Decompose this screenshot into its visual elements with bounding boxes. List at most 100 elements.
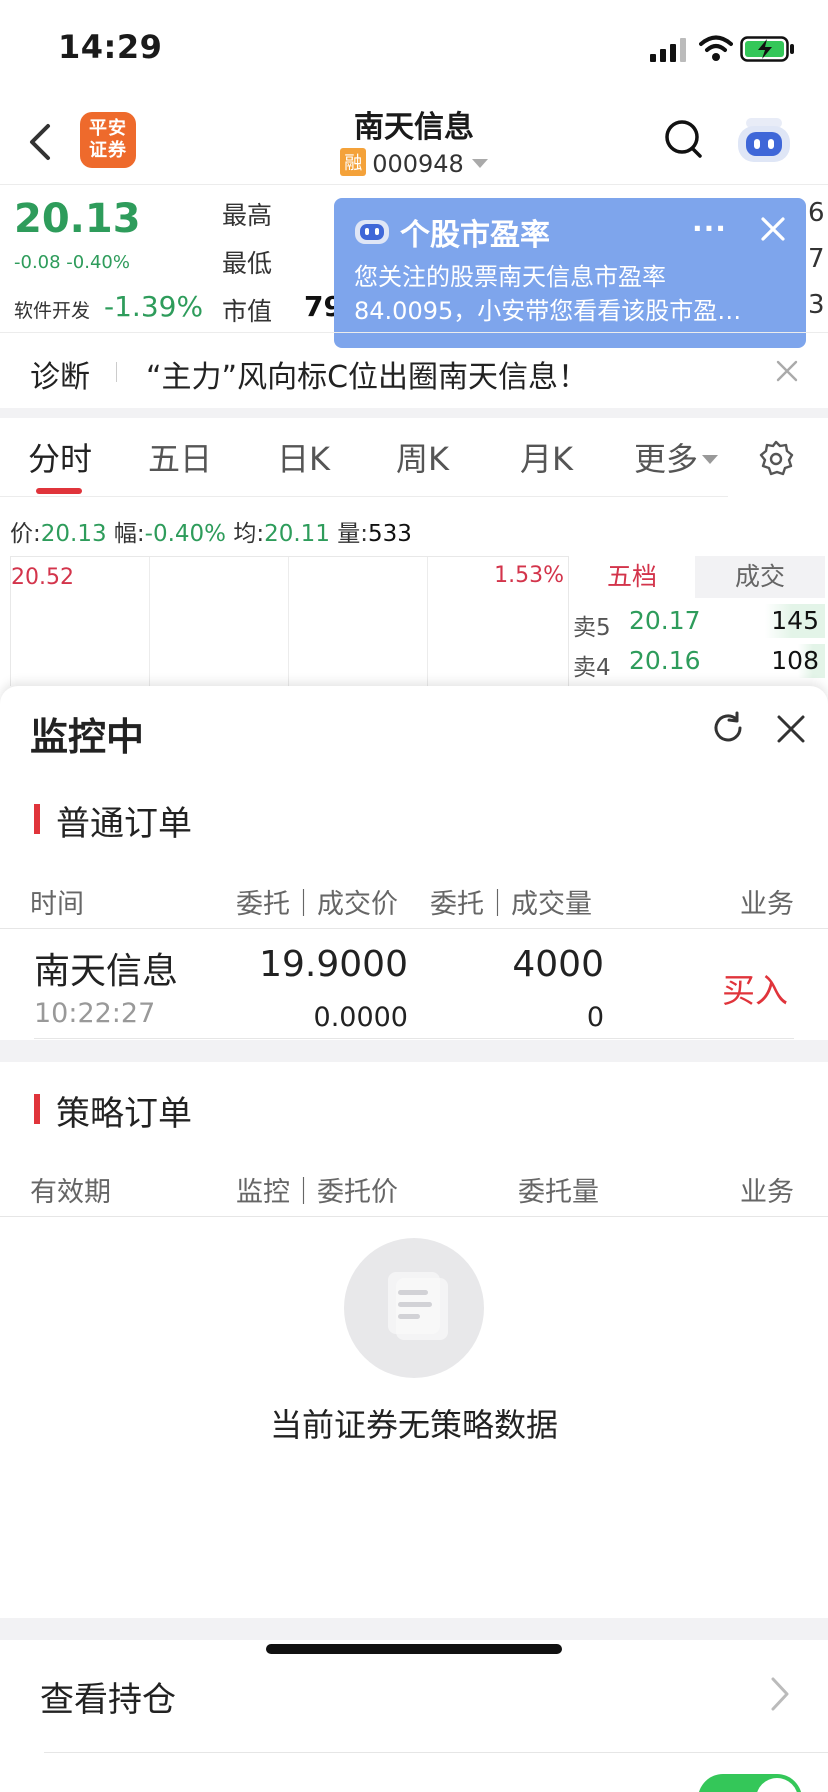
- wifi-icon: [699, 35, 733, 61]
- section-gap: [0, 1618, 828, 1640]
- info-price: 20.13: [40, 521, 107, 547]
- chart-high-price: 20.52: [11, 565, 74, 590]
- tab-intraday[interactable]: 分时: [28, 434, 92, 480]
- tab-five-day[interactable]: 五日: [148, 434, 212, 480]
- order-book-row: 卖5 20.17 145: [569, 602, 825, 642]
- tab-trades[interactable]: 成交: [695, 556, 825, 598]
- row-divider: [44, 1752, 828, 1753]
- tab-more[interactable]: 更多: [634, 434, 719, 480]
- order-side: 买入: [722, 971, 788, 1010]
- home-indicator[interactable]: [266, 1644, 562, 1654]
- range-label: 幅:: [113, 521, 145, 547]
- intraday-info-line: 价:20.13 幅:-0.40% 均:20.11 量:533: [10, 514, 412, 548]
- toggle-switch[interactable]: [698, 1774, 802, 1792]
- popup-message-line: 84.0095，小安带您看看该股市盈…: [354, 297, 742, 325]
- low-label: 最低: [222, 249, 273, 278]
- nav-bar: 平安 证券 南天信息 融 000948: [0, 100, 828, 184]
- pe-ratio-popup[interactable]: 个股市盈率 ··· 您关注的股票南天信息市盈率 84.0095，小安带您看看该股…: [334, 198, 806, 348]
- tab-five-levels[interactable]: 五档: [569, 556, 695, 598]
- tab-daily-k[interactable]: 日K: [277, 434, 330, 480]
- level-label: 卖4: [573, 655, 611, 681]
- status-bar: 14:29: [0, 0, 828, 100]
- info-volume: 533: [368, 521, 412, 547]
- robot-assistant-icon[interactable]: [736, 114, 792, 166]
- col-header-validity: 有效期: [30, 1177, 111, 1208]
- robot-assistant-icon: [355, 220, 389, 244]
- tab-weekly-k[interactable]: 周K: [396, 434, 449, 480]
- col-header-side: 业务: [740, 889, 794, 920]
- search-icon[interactable]: [664, 118, 704, 162]
- volume-label: 量:: [337, 521, 369, 547]
- order-book-row: 卖4 20.16 108: [569, 642, 825, 682]
- chevron-right-icon: [771, 1677, 789, 1711]
- margin-badge: 融: [340, 148, 367, 176]
- close-icon[interactable]: [776, 360, 798, 382]
- current-price: 20.13: [14, 196, 141, 242]
- right-value-fragment: 6: [808, 198, 825, 228]
- toggle-knob: [756, 1778, 798, 1792]
- monitoring-sheet: 监控中 普通订单 时间 委托｜成交价 委托｜成交量 业务 南天信息 10:22:…: [0, 686, 828, 1792]
- info-range: -0.40%: [144, 521, 227, 547]
- high-label: 最高: [222, 201, 273, 230]
- order-stock-name: 南天信息: [34, 951, 179, 992]
- cellular-signal-icon: [650, 38, 686, 62]
- section-gap: [0, 1040, 828, 1062]
- caret-down-icon: [702, 455, 719, 464]
- active-tab-indicator: [36, 488, 82, 494]
- col-header-monitor-price: 监控｜委托价: [236, 1177, 398, 1208]
- chart-tabs: 分时 五日 日K 周K 月K 更多: [0, 416, 828, 496]
- empty-state-message: 当前证券无策略数据: [269, 1406, 558, 1444]
- right-value-fragment: 3: [808, 290, 825, 320]
- sector-name[interactable]: 软件开发: [14, 296, 90, 323]
- order-book: 五档 成交 卖5 20.17 145 卖4 20.16 108: [568, 556, 825, 686]
- section-marker: [34, 1094, 40, 1124]
- diagnosis-divider: [0, 332, 828, 333]
- right-value-fragment: 7: [808, 244, 825, 274]
- level-price: 20.17: [629, 606, 701, 635]
- col-header-price: 委托｜成交价: [236, 889, 398, 920]
- level-quantity: 108: [765, 644, 825, 678]
- battery-charging-icon: [740, 36, 794, 62]
- level-price: 20.16: [629, 646, 701, 675]
- strategy-orders-title: 策略订单: [56, 1094, 192, 1134]
- normal-orders-title: 普通订单: [56, 804, 192, 844]
- order-price: 19.9000: [259, 944, 408, 985]
- col-header-side: 业务: [740, 1177, 794, 1208]
- intraday-chart[interactable]: 20.52 1.53%: [10, 556, 568, 687]
- tab-more-label: 更多: [634, 440, 699, 478]
- tab-monthly-k[interactable]: 月K: [520, 434, 573, 480]
- chart-gridline: [288, 557, 289, 687]
- sheet-title: 监控中: [30, 715, 145, 759]
- level-quantity: 145: [765, 604, 825, 638]
- avg-label: 均:: [233, 521, 265, 547]
- info-avg: 20.11: [264, 521, 330, 547]
- col-header-quantity: 委托量: [518, 1177, 599, 1208]
- row-divider: [34, 1038, 794, 1039]
- settings-gear-icon[interactable]: [758, 440, 794, 476]
- tabs-divider: [0, 496, 728, 497]
- chart-high-percent: 1.53%: [494, 563, 564, 588]
- view-holdings-row[interactable]: 查看持仓: [0, 1640, 828, 1752]
- popup-message: 您关注的股票南天信息市盈率 84.0095，小安带您看看该股市盈…: [354, 260, 794, 328]
- market-cap-label: 市值: [222, 297, 273, 326]
- header-divider: [0, 1216, 828, 1217]
- order-quantity: 4000: [512, 944, 604, 985]
- nav-divider: [0, 184, 828, 185]
- diagnosis-separator: [116, 362, 117, 382]
- refresh-icon[interactable]: [710, 710, 746, 746]
- deal-quantity: 0: [586, 1002, 604, 1033]
- chart-gridline: [149, 557, 150, 687]
- level-label: 卖5: [573, 615, 611, 641]
- close-icon[interactable]: [776, 714, 806, 744]
- sector-change: -1.39%: [104, 290, 204, 323]
- price-change: -0.08 -0.40%: [14, 252, 130, 273]
- more-icon[interactable]: ···: [692, 212, 727, 245]
- diagnosis-banner[interactable]: 诊断 “主力”风向标C位出圈南天信息！: [0, 334, 828, 408]
- col-header-time: 时间: [30, 889, 84, 920]
- close-icon[interactable]: [760, 216, 786, 242]
- view-holdings-label: 查看持仓: [40, 1680, 176, 1720]
- diagnosis-text: “主力”风向标C位出圈南天信息！: [146, 360, 589, 395]
- caret-down-icon: [471, 159, 488, 168]
- order-time: 10:22:27: [34, 998, 156, 1029]
- stock-code: 000948: [372, 150, 464, 178]
